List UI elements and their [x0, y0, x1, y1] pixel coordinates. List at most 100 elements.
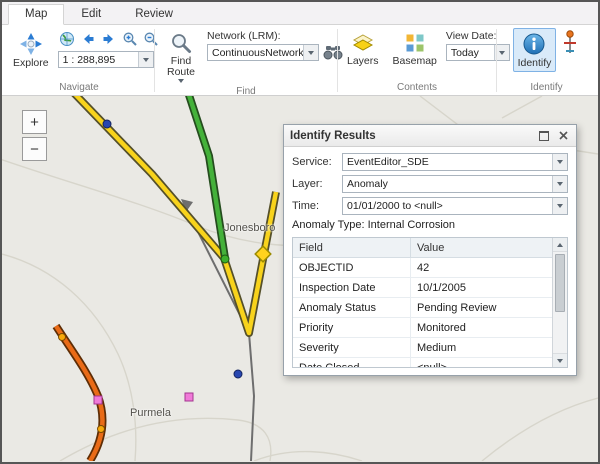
table-row: Priority Monitored	[293, 318, 552, 338]
chevron-down-icon	[178, 79, 184, 83]
service-combobox[interactable]: EventEditor_SDE	[342, 153, 568, 171]
map-scale-dropdown-button[interactable]	[138, 52, 153, 67]
chevron-down-icon	[557, 182, 563, 186]
table-cell-field: Severity	[293, 338, 411, 357]
ribbon: Explore	[2, 25, 598, 96]
place-label-purmela: Purmela	[130, 407, 171, 419]
time-value: 01/01/2000 to <null>	[343, 200, 552, 212]
chevron-down-icon	[557, 204, 563, 208]
identify-info-icon	[521, 31, 547, 57]
time-combobox[interactable]: 01/01/2000 to <null>	[342, 197, 568, 215]
ribbon-tab-bar: Map Edit Review	[2, 2, 598, 25]
table-cell-field: Priority	[293, 318, 411, 337]
explore-label: Explore	[13, 58, 49, 69]
scroll-down-button[interactable]	[553, 353, 567, 367]
close-button[interactable]	[556, 129, 570, 143]
chevron-down-icon	[143, 58, 149, 62]
identify-results-title: Identify Results	[290, 130, 376, 142]
group-identify: Identify Identify	[497, 26, 596, 95]
table-header-value: Value	[411, 242, 552, 254]
identify-results-body: Service: EventEditor_SDE Layer: Anomaly …	[284, 147, 576, 375]
network-lrm-label: Network (LRM):	[207, 30, 344, 42]
view-date-value: Today	[447, 47, 494, 59]
table-row: Inspection Date 10/1/2005	[293, 278, 552, 298]
marker-orange-dot	[98, 426, 105, 433]
anomaly-type-line: Anomaly Type: Internal Corrosion	[292, 219, 568, 231]
scrollbar-track[interactable]	[553, 252, 567, 353]
time-dropdown-button[interactable]	[552, 198, 567, 214]
maximize-button[interactable]	[537, 129, 551, 143]
layer-combobox[interactable]: Anomaly	[342, 175, 568, 193]
attributes-table: Field Value OBJECTID 42 Inspection Date …	[292, 237, 568, 368]
service-dropdown-button[interactable]	[552, 154, 567, 170]
table-row: OBJECTID 42	[293, 258, 552, 278]
identify-route-location-icon[interactable]	[560, 28, 580, 58]
marker-blue-dot	[234, 370, 242, 378]
zoom-in-icon[interactable]	[121, 30, 139, 47]
table-scrollbar[interactable]	[552, 238, 567, 367]
maximize-icon	[539, 131, 549, 141]
tab-edit[interactable]: Edit	[64, 4, 118, 25]
group-label-navigate: Navigate	[4, 82, 154, 95]
table-cell-value: <null>	[411, 362, 552, 369]
attributes-table-grid: Field Value OBJECTID 42 Inspection Date …	[293, 238, 552, 367]
scroll-up-button[interactable]	[553, 238, 567, 252]
scrollbar-thumb[interactable]	[555, 254, 565, 312]
layer-row: Layer: Anomaly	[292, 175, 568, 193]
back-extent-icon[interactable]	[79, 30, 97, 47]
group-label-identify: Identify	[497, 82, 596, 95]
group-label-contents: Contents	[338, 82, 496, 95]
layer-dropdown-button[interactable]	[552, 176, 567, 192]
map-scale-combobox[interactable]: 1 : 288,895	[58, 51, 154, 68]
chevron-down-icon	[557, 160, 563, 164]
tab-review[interactable]: Review	[118, 4, 190, 25]
map-scale-value: 1 : 288,895	[59, 54, 138, 66]
group-contents: Layers Basemap View Date:	[338, 26, 496, 95]
map-zoom-out-button[interactable]: −	[22, 137, 47, 161]
service-value: EventEditor_SDE	[343, 156, 552, 168]
network-value: ContinuousNetwork	[208, 47, 303, 59]
table-cell-field: Anomaly Status	[293, 298, 411, 317]
table-cell-value: Pending Review	[411, 302, 552, 314]
find-route-magnifier-icon	[169, 31, 193, 55]
place-label-jonesboro: Jonesboro	[224, 222, 275, 234]
table-cell-field: Inspection Date	[293, 278, 411, 297]
map-area[interactable]: + − Jonesboro Purmela Identify Results	[2, 96, 598, 462]
full-extent-globe-icon[interactable]	[58, 30, 76, 47]
find-route-button[interactable]: Find Route	[159, 28, 203, 86]
marker-pink-square	[185, 393, 193, 401]
map-zoom-in-button[interactable]: +	[22, 110, 47, 134]
identify-results-titlebar: Identify Results	[284, 125, 576, 147]
table-header-field: Field	[293, 238, 411, 257]
explore-compass-icon	[18, 31, 44, 57]
route-line-gray	[181, 199, 254, 461]
table-header-row: Field Value	[293, 238, 552, 258]
explore-button[interactable]: Explore	[8, 28, 54, 72]
table-cell-value: 42	[411, 262, 552, 274]
network-combobox[interactable]: ContinuousNetwork	[207, 44, 319, 61]
basemap-button[interactable]: Basemap	[388, 28, 442, 70]
table-cell-field: OBJECTID	[293, 258, 411, 277]
chevron-down-icon	[557, 359, 563, 363]
table-row: Date Closed <null>	[293, 358, 552, 368]
layers-button[interactable]: Layers	[342, 28, 384, 70]
service-label: Service:	[292, 156, 342, 168]
identify-button[interactable]: Identify	[513, 28, 557, 72]
chevron-up-icon	[557, 243, 563, 247]
marker-pink-square	[94, 396, 102, 404]
layers-icon	[351, 31, 375, 55]
table-cell-value: 10/1/2005	[411, 282, 552, 294]
layer-label: Layer:	[292, 178, 342, 190]
group-navigate: Explore	[4, 26, 154, 95]
table-row: Severity Medium	[293, 338, 552, 358]
close-icon	[559, 131, 568, 140]
network-dropdown-button[interactable]	[303, 45, 318, 60]
tab-map[interactable]: Map	[8, 4, 64, 25]
basemap-label: Basemap	[393, 56, 437, 67]
forward-extent-icon[interactable]	[100, 30, 118, 47]
marker-green-dot	[221, 255, 229, 263]
app-window: Map Edit Review Explor	[0, 0, 600, 464]
group-find: Find Route Network (LRM): ContinuousNetw…	[155, 26, 337, 95]
table-cell-field: Date Closed	[293, 358, 411, 368]
table-row: Anomaly Status Pending Review	[293, 298, 552, 318]
